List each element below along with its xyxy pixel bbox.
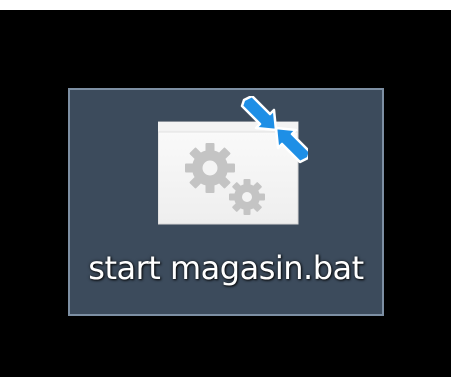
large-gear-icon [185,143,235,193]
batch-file-gears-icon [158,96,308,225]
desktop-background[interactable]: start magasin.bat [0,10,451,377]
small-gear-icon [229,179,265,215]
screenshot-canvas: start magasin.bat [0,0,451,377]
icon-label[interactable]: start magasin.bat [70,248,382,288]
desktop-icon-start-magasin-bat[interactable]: start magasin.bat [68,88,384,316]
